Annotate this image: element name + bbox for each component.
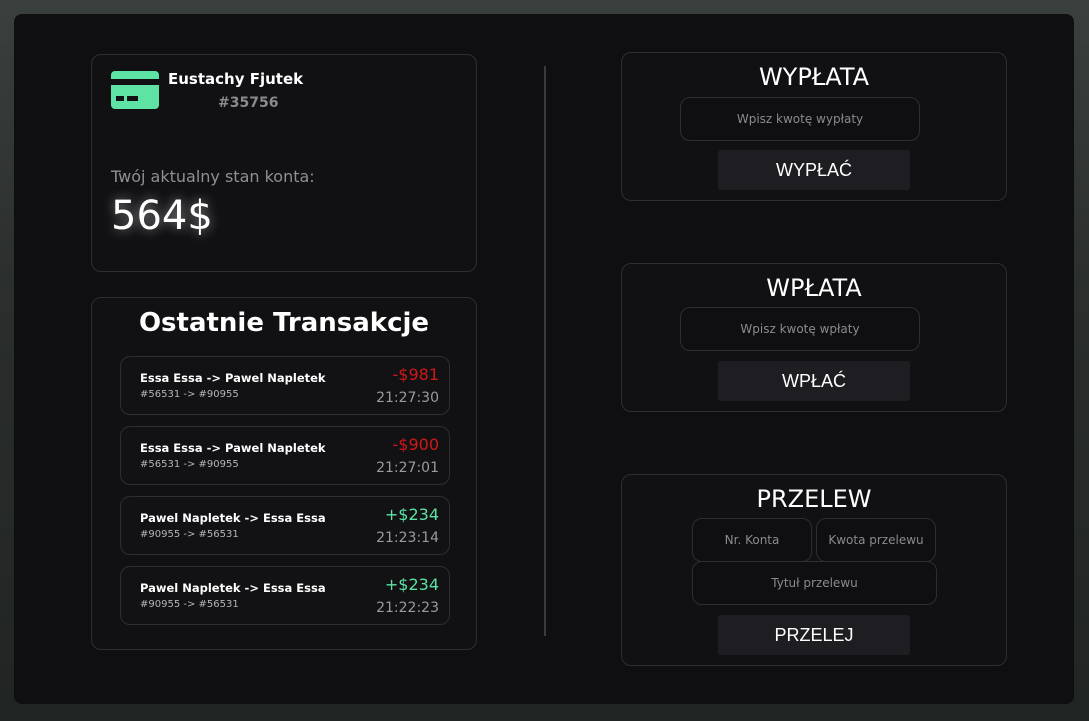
account-number: #35756: [218, 95, 279, 111]
transaction-accounts: #90955 -> #56531: [140, 529, 239, 540]
bank-window: Eustachy Fjutek #35756 Twój aktualny sta…: [14, 14, 1074, 704]
withdraw-amount-input[interactable]: [680, 97, 920, 141]
transactions-list: Essa Essa -> Pawel Napletek #56531 -> #9…: [120, 356, 450, 636]
deposit-amount-input[interactable]: [680, 307, 920, 351]
transaction-time: 21:27:30: [376, 390, 439, 406]
transaction-accounts: #56531 -> #90955: [140, 459, 239, 470]
transaction-item: Pawel Napletek -> Essa Essa #90955 -> #5…: [120, 496, 450, 555]
transaction-time: 21:22:23: [376, 600, 439, 616]
transfer-account-input[interactable]: [692, 518, 812, 562]
transactions-card: Ostatnie Transakcje Essa Essa -> Pawel N…: [91, 297, 477, 650]
transaction-item: Pawel Napletek -> Essa Essa #90955 -> #5…: [120, 566, 450, 625]
balance-label: Twój aktualny stan konta:: [111, 167, 315, 186]
transaction-item: Essa Essa -> Pawel Napletek #56531 -> #9…: [120, 356, 450, 415]
transaction-time: 21:23:14: [376, 530, 439, 546]
transaction-amount: -$900: [392, 435, 440, 454]
transaction-time: 21:27:01: [376, 460, 439, 476]
deposit-title: WPŁATA: [766, 274, 862, 302]
transaction-amount: +$234: [384, 505, 439, 524]
transaction-accounts: #56531 -> #90955: [140, 389, 239, 400]
transfer-title: PRZELEW: [756, 485, 872, 513]
transaction-amount: -$981: [392, 365, 440, 384]
withdraw-button[interactable]: WYPŁAĆ: [718, 150, 910, 190]
withdraw-panel: WYPŁATA WYPŁAĆ: [621, 52, 1007, 201]
withdraw-title: WYPŁATA: [758, 63, 870, 91]
transfer-subject-input[interactable]: [692, 561, 937, 605]
transaction-parties: Essa Essa -> Pawel Napletek: [140, 371, 326, 385]
balance-value: 564$: [111, 193, 213, 239]
transfer-amount-input[interactable]: [816, 518, 936, 562]
deposit-button[interactable]: WPŁAĆ: [718, 361, 910, 401]
transfer-button[interactable]: PRZELEJ: [718, 615, 910, 655]
transaction-parties: Pawel Napletek -> Essa Essa: [140, 581, 326, 595]
column-divider: [544, 66, 546, 636]
transfer-panel: PRZELEW PRZELEJ: [621, 474, 1007, 666]
transactions-title: Ostatnie Transakcje: [138, 308, 430, 338]
deposit-panel: WPŁATA WPŁAĆ: [621, 263, 1007, 412]
transaction-accounts: #90955 -> #56531: [140, 599, 239, 610]
transaction-amount: +$234: [384, 575, 439, 594]
account-card: Eustachy Fjutek #35756 Twój aktualny sta…: [91, 54, 477, 272]
transaction-parties: Pawel Napletek -> Essa Essa: [140, 511, 326, 525]
account-holder-name: Eustachy Fjutek: [168, 70, 304, 88]
transaction-parties: Essa Essa -> Pawel Napletek: [140, 441, 326, 455]
transaction-item: Essa Essa -> Pawel Napletek #56531 -> #9…: [120, 426, 450, 485]
credit-card-icon: [111, 71, 159, 109]
